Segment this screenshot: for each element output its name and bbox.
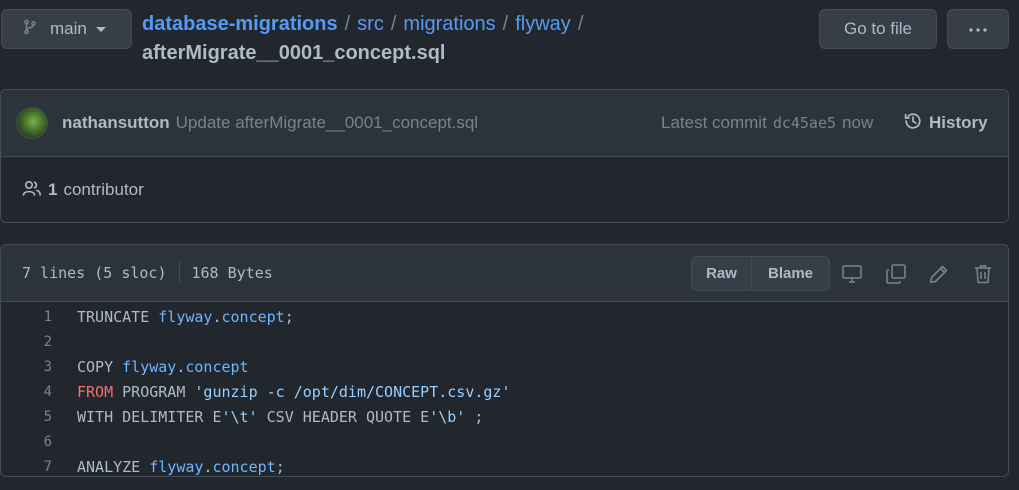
copy-icon[interactable]	[884, 262, 908, 286]
code-token: '\t'	[221, 407, 258, 426]
code-token: flyway	[149, 457, 204, 476]
contributor-count: 1	[48, 180, 58, 199]
line-number[interactable]: 2	[1, 334, 52, 350]
code-line: 2	[1, 329, 1008, 354]
breadcrumb-repo-link[interactable]: database-migrations	[142, 10, 338, 38]
breadcrumb-separator: /	[502, 13, 509, 35]
chevron-down-icon	[95, 26, 106, 32]
commit-sha-link[interactable]: dc45ae5	[773, 114, 836, 132]
git-branch-icon	[22, 19, 38, 40]
raw-button[interactable]: Raw	[692, 257, 752, 290]
code-token: ;	[284, 307, 294, 326]
code-line: 4 FROM PROGRAM 'gunzip -c /opt/dim/CONCEP…	[1, 379, 1008, 404]
code-token: .	[212, 307, 222, 326]
breadcrumb-dir-migrations[interactable]: migrations	[403, 10, 495, 38]
code-token: ;	[275, 457, 285, 476]
breadcrumb-separator: /	[577, 13, 584, 35]
file-size: 168 Bytes	[191, 264, 273, 282]
line-number[interactable]: 5	[1, 409, 52, 425]
code-token: FROM	[77, 382, 114, 401]
line-content: FROM PROGRAM 'gunzip -c /opt/dim/CONCEPT…	[77, 383, 510, 401]
code-token: CSV HEADER QUOTE E	[257, 407, 430, 426]
line-content: ANALYZE flyway.concept;	[77, 458, 285, 476]
line-content: WITH DELIMITER E'\t' CSV HEADER QUOTE E'…	[77, 408, 483, 426]
commit-time: now	[842, 113, 874, 132]
code-token: TRUNCATE	[77, 307, 159, 326]
latest-commit-info: Latest commit dc45ae5 now	[661, 90, 873, 156]
code-line: 3 COPY flyway.concept	[1, 354, 1008, 379]
breadcrumb-dir-flyway[interactable]: flyway	[515, 10, 571, 38]
commit-message-link[interactable]: Update afterMigrate__0001_concept.sql	[176, 113, 478, 133]
breadcrumb: database-migrations / src / migrations /…	[142, 10, 583, 67]
history-label: History	[929, 113, 988, 132]
commit-header: nathansutton Update afterMigrate__0001_c…	[1, 90, 1008, 157]
branch-name: main	[50, 19, 87, 38]
commit-author-link[interactable]: nathansutton	[62, 113, 170, 133]
line-number[interactable]: 4	[1, 384, 52, 400]
breadcrumb-file-name: afterMigrate__0001_concept.sql	[142, 42, 446, 64]
contributors-row[interactable]: 1 contributor	[1, 157, 1008, 222]
author-avatar[interactable]	[16, 107, 48, 139]
code-token: ;	[465, 407, 484, 426]
code-token: concept	[212, 457, 276, 476]
view-button-group: Raw Blame	[691, 256, 830, 291]
contributor-label: contributor	[63, 180, 144, 199]
file-viewer: 7 lines (5 sloc) 168 Bytes Raw Blame 1 T…	[0, 244, 1009, 477]
code-token: PROGRAM	[113, 382, 195, 401]
more-options-button[interactable]	[947, 9, 1009, 49]
line-number[interactable]: 6	[1, 434, 52, 450]
history-icon	[903, 111, 923, 136]
line-number[interactable]: 3	[1, 359, 52, 375]
code-token: flyway	[122, 357, 177, 376]
code-line: 6	[1, 429, 1008, 454]
code-token: flyway	[158, 307, 213, 326]
code-token: COPY	[77, 357, 123, 376]
blame-button[interactable]: Blame	[752, 257, 829, 290]
file-lines-info: 7 lines (5 sloc)	[22, 264, 167, 282]
history-link[interactable]: History	[903, 90, 988, 156]
code-view: 1 TRUNCATE flyway.concept; 2 3 COPY flyway.c…	[1, 302, 1008, 476]
code-token: '\b'	[429, 407, 466, 426]
code-line: 5 WITH DELIMITER E'\t' CSV HEADER QUOTE E…	[1, 404, 1008, 429]
latest-commit-label: Latest commit	[661, 113, 767, 132]
desktop-icon[interactable]	[840, 262, 864, 286]
line-number[interactable]: 7	[1, 459, 52, 475]
divider	[178, 262, 180, 284]
code-token: concept	[221, 307, 285, 326]
code-line: 1 TRUNCATE flyway.concept;	[1, 304, 1008, 329]
code-token: ANALYZE	[77, 457, 150, 476]
line-content: TRUNCATE flyway.concept;	[77, 308, 294, 326]
line-number[interactable]: 1	[1, 309, 52, 325]
line-content: COPY flyway.concept	[77, 358, 249, 376]
code-token: concept	[185, 357, 249, 376]
code-token: WITH DELIMITER E	[77, 407, 222, 426]
branch-select-button[interactable]: main	[1, 9, 132, 49]
trash-icon[interactable]	[971, 262, 995, 286]
code-token: 'gunzip -c /opt/dim/CONCEPT.csv.gz'	[194, 382, 511, 401]
pencil-icon[interactable]	[927, 262, 951, 286]
breadcrumb-separator: /	[390, 13, 397, 35]
latest-commit-box: nathansutton Update afterMigrate__0001_c…	[0, 89, 1009, 223]
breadcrumb-dir-src[interactable]: src	[357, 10, 384, 38]
kebab-horizontal-icon	[968, 20, 988, 38]
go-to-file-button[interactable]: Go to file	[819, 9, 937, 49]
code-line: 7 ANALYZE flyway.concept;	[1, 454, 1008, 476]
breadcrumb-separator: /	[344, 13, 351, 35]
people-icon	[22, 179, 42, 202]
file-header: 7 lines (5 sloc) 168 Bytes Raw Blame	[1, 245, 1008, 302]
